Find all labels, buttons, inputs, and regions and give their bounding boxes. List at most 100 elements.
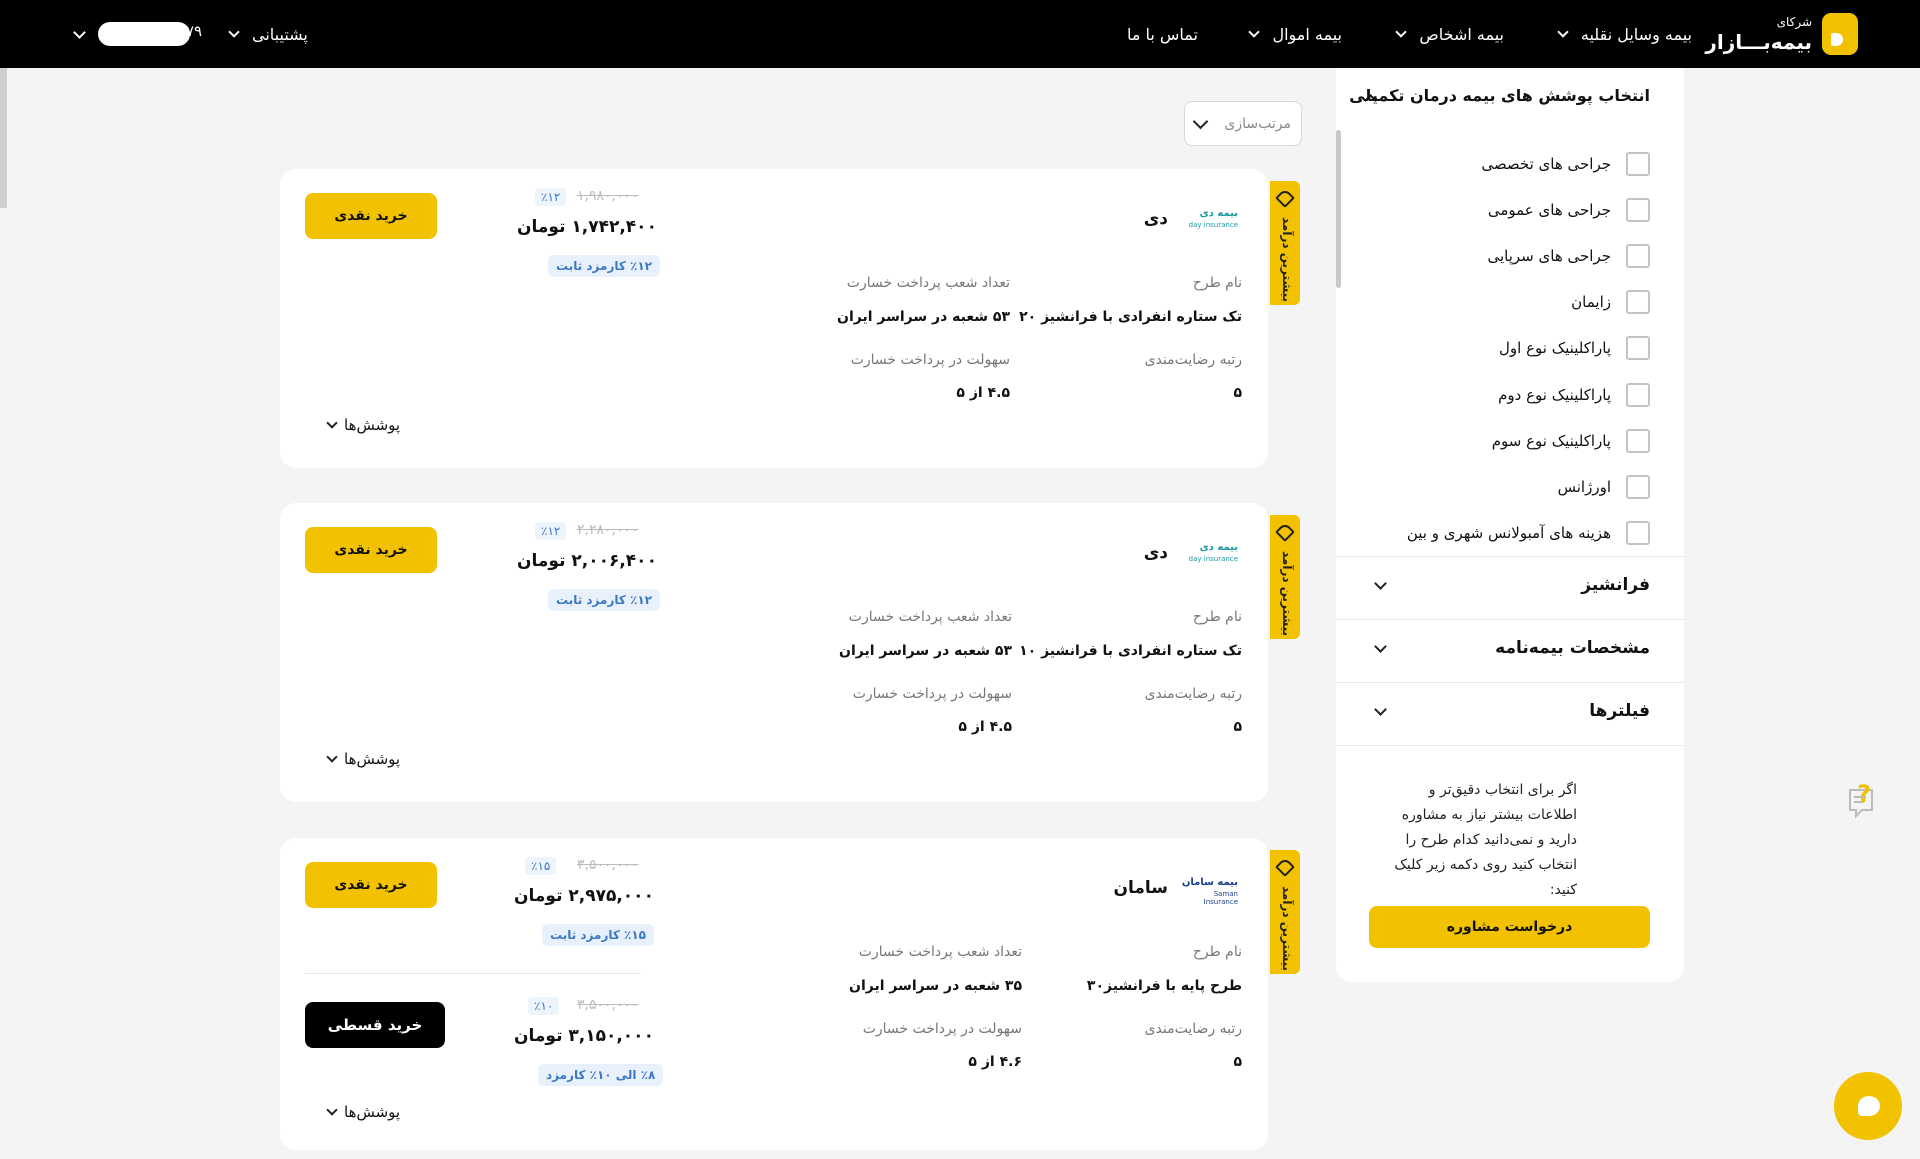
top-income-tag: بیشترین درآمد [1270,850,1300,974]
chevron-down-icon[interactable] [73,26,86,39]
chat-icon[interactable] [1834,1072,1902,1140]
plan-name-label: نام طرح [1192,609,1242,625]
ease-value: ۴.۶ از ۵ [968,1054,1022,1070]
checkbox[interactable] [1626,152,1650,176]
checkbox[interactable] [1626,290,1650,314]
sidebar-scrollbar[interactable] [1336,130,1341,288]
site-logo[interactable]: شرکای بیمه‌بـــازار [1705,13,1858,57]
insurer-logo: بیمه دی day insurance [1180,208,1238,232]
coverage-option[interactable]: زایمان [1370,290,1650,314]
nav-label: تماس با ما [1126,24,1198,44]
discount-badge: ٪۱۲ [535,522,567,540]
installment-old-price: ۳,۵۰۰,۰۰۰ [577,997,639,1013]
commission-badge: ٪۱۲ کارمزد ثابت [548,589,661,611]
top-income-tag: بیشترین درآمد [1270,181,1300,305]
sort-label: مرتب‌سازی [1224,115,1291,132]
nav-label: بیمه اموال [1272,24,1342,44]
option-label: زایمان [1571,293,1611,311]
plan-name-value: تک ستاره انفرادی با فرانشیز ۲۰ [1019,309,1242,325]
policy-details-section[interactable]: مشخصات بیمه‌نامه [1336,619,1684,682]
divider [305,973,641,974]
coverage-option[interactable]: اورژانس [1370,475,1650,499]
insurer-name: دی [1143,543,1168,563]
chevron-down-icon [228,26,240,38]
insurer-logo-subtext: Saman Insurance [1203,890,1238,906]
insurer-logo-text: بیمه دی [1199,208,1238,219]
nav-property[interactable]: بیمه اموال [1242,0,1342,68]
installment-discount-badge: ٪۱۰ [528,997,560,1015]
option-label: پاراکلینیک نوع سوم [1491,432,1611,450]
checkbox[interactable] [1626,521,1650,545]
coverage-option[interactable]: پاراکلینیک نوع سوم [1370,429,1650,453]
nav-persons[interactable]: بیمه اشخاص [1389,0,1504,68]
divider [1336,745,1684,746]
chevron-down-icon [1374,703,1387,716]
satisfaction-label: رتبه رضایت‌مندی [1144,686,1242,702]
franchise-section[interactable]: فرانشیز [1336,556,1684,619]
checkbox[interactable] [1626,383,1650,407]
page-scrollbar[interactable] [0,68,7,208]
checkbox[interactable] [1626,198,1650,222]
coverage-option[interactable]: جراحی های تخصصی [1370,152,1650,176]
plan-card: بیشترین درآمد بیمه سامان Saman Insurance… [280,838,1300,1150]
buy-cash-button[interactable]: خرید نقدی [305,862,437,908]
request-consultation-button[interactable]: درخواست مشاوره [1369,906,1650,948]
branches-value: ۵۳ شعبه در سراسر ایران [839,643,1012,659]
plan-name-label: نام طرح [1192,944,1242,960]
coverages-toggle[interactable]: پوشش‌ها [326,416,401,434]
branches-value: ۳۵ شعبه در سراسر ایران [849,978,1022,994]
checkbox[interactable] [1626,475,1650,499]
final-price: ۲,۹۷۵,۰۰۰ تومان [514,886,654,906]
coverages-toggle[interactable]: پوشش‌ها [326,750,400,768]
insurer-logo-text: بیمه دی [1199,542,1238,553]
nav-support[interactable]: پشتیبانی [222,0,308,68]
insurer-logo-text: بیمه سامان [1181,877,1238,888]
sort-dropdown[interactable]: مرتب‌سازی [1184,101,1302,146]
checkbox[interactable] [1626,244,1650,268]
chevron-down-icon [326,751,338,763]
option-label: جراحی های تخصصی [1481,155,1611,173]
checkbox[interactable] [1626,336,1650,360]
coverage-option[interactable]: پاراکلینیک نوع اول [1370,336,1650,360]
coverage-option[interactable]: جراحی های سرپایی [1370,244,1650,268]
coverage-option[interactable]: پاراکلینیک نوع دوم [1370,383,1650,407]
question-chat-icon: ? [1849,780,1873,819]
option-label: پاراکلینیک نوع اول [1499,339,1611,357]
buy-installment-button[interactable]: خرید قسطی [305,1002,445,1048]
insurer-logo-subtext: day insurance [1188,221,1238,229]
user-name-redacted[interactable] [98,22,190,46]
option-label: اورژانس [1557,478,1611,496]
nav-contact[interactable]: تماس با ما [1127,0,1198,68]
ease-value: ۴.۵ از ۵ [956,385,1010,401]
insurer-logo-subtext: day insurance [1188,555,1238,563]
satisfaction-label: رتبه رضایت‌مندی [1144,1021,1242,1037]
coverages-toggle[interactable]: پوشش‌ها [326,1103,400,1121]
tag-icon [1275,857,1295,877]
checkbox[interactable] [1626,429,1650,453]
insurer-name: دی [1143,209,1168,229]
coverage-option[interactable]: جراحی های عمومی [1370,198,1650,222]
chevron-down-icon [1395,26,1408,38]
branches-label: تعداد شعب پرداخت خسارت [848,609,1012,625]
section-title: فیلترها [1589,701,1650,721]
nav-vehicle[interactable]: بیمه وسایل نقلیه [1551,0,1692,68]
filters-section[interactable]: فیلترها [1336,682,1684,745]
plan-card: بیشترین درآمد بیمه دی day insurance دی ن… [280,503,1300,802]
coverages-label: پوشش‌ها [344,416,401,434]
coverage-option[interactable]: هزینه های آمبولانس شهری و بین [1370,521,1650,545]
buy-cash-button[interactable]: خرید نقدی [305,193,437,239]
ease-label: سهولت در پرداخت خسارت [850,352,1010,368]
tag-icon [1275,522,1295,542]
plan-name-value: تک ستاره انفرادی با فرانشیز ۱۰ [1019,643,1242,659]
option-label: هزینه های آمبولانس شهری و بین [1406,524,1611,542]
buy-cash-button[interactable]: خرید نقدی [305,527,437,573]
satisfaction-value: ۵ [1233,719,1242,735]
top-header: شرکای بیمه‌بـــازار بیمه وسایل نقلیه بیم… [0,0,1920,68]
plan-card: بیشترین درآمد بیمه دی day insurance دی ن… [280,169,1300,468]
old-price: ۲,۲۸۰,۰۰۰ [577,522,639,538]
installment-commission-badge: ٪۸ الی ۱۰٪ کارمزد [538,1064,664,1086]
coverage-filter-title[interactable]: انتخاب پوشش های بیمه درمان تکمیلی [1349,86,1650,105]
nav-label: بیمه اشخاص [1419,24,1504,44]
option-label: جراحی های سرپایی [1487,247,1611,265]
svg-text:?: ? [1857,780,1871,808]
